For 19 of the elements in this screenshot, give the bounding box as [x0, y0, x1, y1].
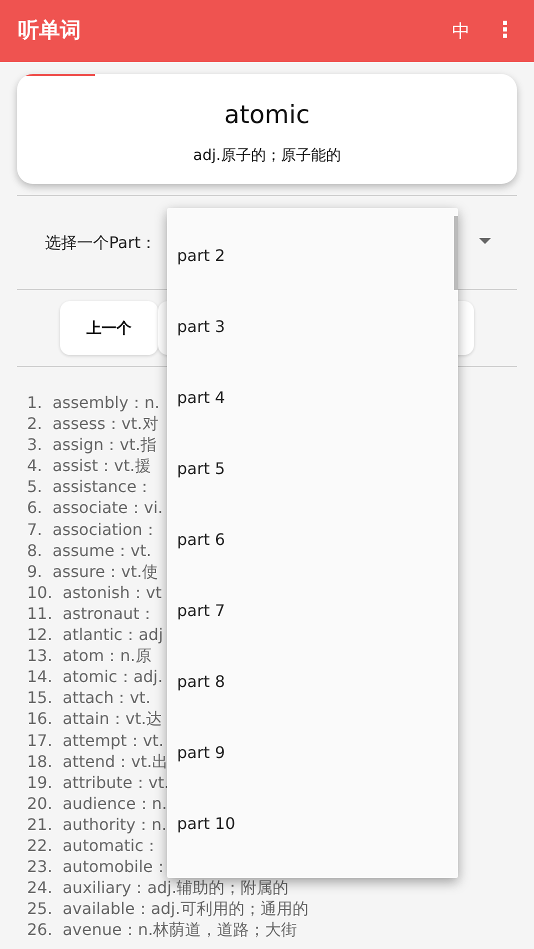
- app-title: 听单词: [18, 17, 81, 44]
- dropdown-option[interactable]: part 6: [167, 492, 458, 563]
- word-definition: adj.原子的；原子能的: [192, 144, 342, 166]
- word-text: atomic: [223, 99, 311, 131]
- word-list-item[interactable]: 24. auxiliary：adj.辅助的；附属的: [27, 877, 534, 898]
- dropdown-option[interactable]: part 9: [167, 705, 458, 776]
- dropdown-option[interactable]: part 10: [167, 776, 458, 847]
- dropdown-option[interactable]: part 8: [167, 634, 458, 705]
- dropdown-option[interactable]: part 7: [167, 563, 458, 634]
- part-label: 选择一个Part：: [45, 232, 157, 254]
- dropdown-caret-icon[interactable]: [479, 238, 491, 244]
- dropdown-option[interactable]: part 3: [167, 279, 458, 350]
- language-button[interactable]: 中: [448, 18, 474, 44]
- dropdown-option[interactable]: part 4: [167, 350, 458, 421]
- dropdown-option[interactable]: part 2: [167, 208, 458, 279]
- previous-button[interactable]: 上一个: [60, 301, 158, 355]
- word-list-item[interactable]: 26. avenue：n.林荫道，道路；大街: [27, 919, 534, 940]
- word-list-item[interactable]: 25. available：adj.可利用的；通用的: [27, 898, 534, 920]
- dropdown-option[interactable]: part 5: [167, 421, 458, 492]
